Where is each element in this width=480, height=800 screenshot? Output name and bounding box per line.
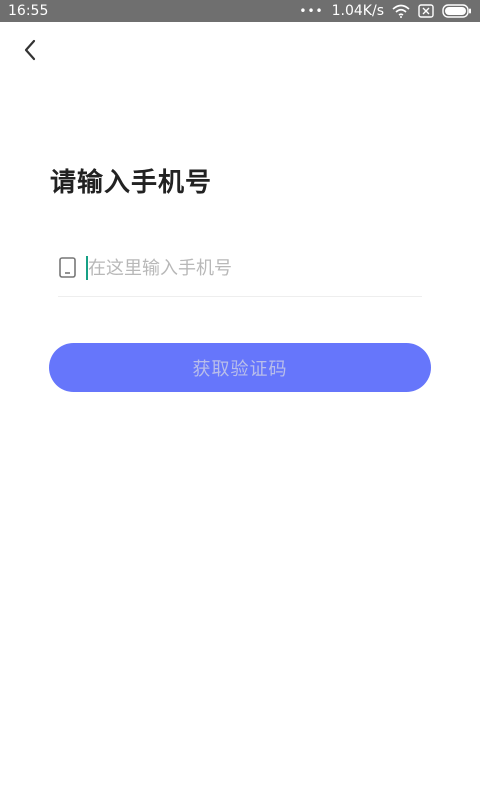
phone-input[interactable]	[86, 254, 418, 282]
network-speed: 1.04K/s	[331, 3, 384, 19]
sim-icon	[418, 4, 434, 18]
battery-icon	[442, 4, 472, 18]
status-right: ••• 1.04K/s	[299, 0, 472, 22]
phone-field[interactable]	[58, 250, 422, 297]
login-phone-screen: 请输入手机号 获取验证码	[0, 22, 480, 800]
phone-icon	[58, 256, 78, 280]
get-verification-code-button[interactable]: 获取验证码	[49, 343, 431, 392]
status-time: 16:55	[8, 3, 49, 19]
wifi-icon	[392, 4, 410, 18]
back-button[interactable]	[14, 36, 46, 68]
status-dots: •••	[299, 4, 324, 18]
status-bar: 16:55 ••• 1.04K/s	[0, 0, 480, 22]
chevron-left-icon	[22, 38, 38, 66]
page-title: 请输入手机号	[50, 168, 213, 198]
